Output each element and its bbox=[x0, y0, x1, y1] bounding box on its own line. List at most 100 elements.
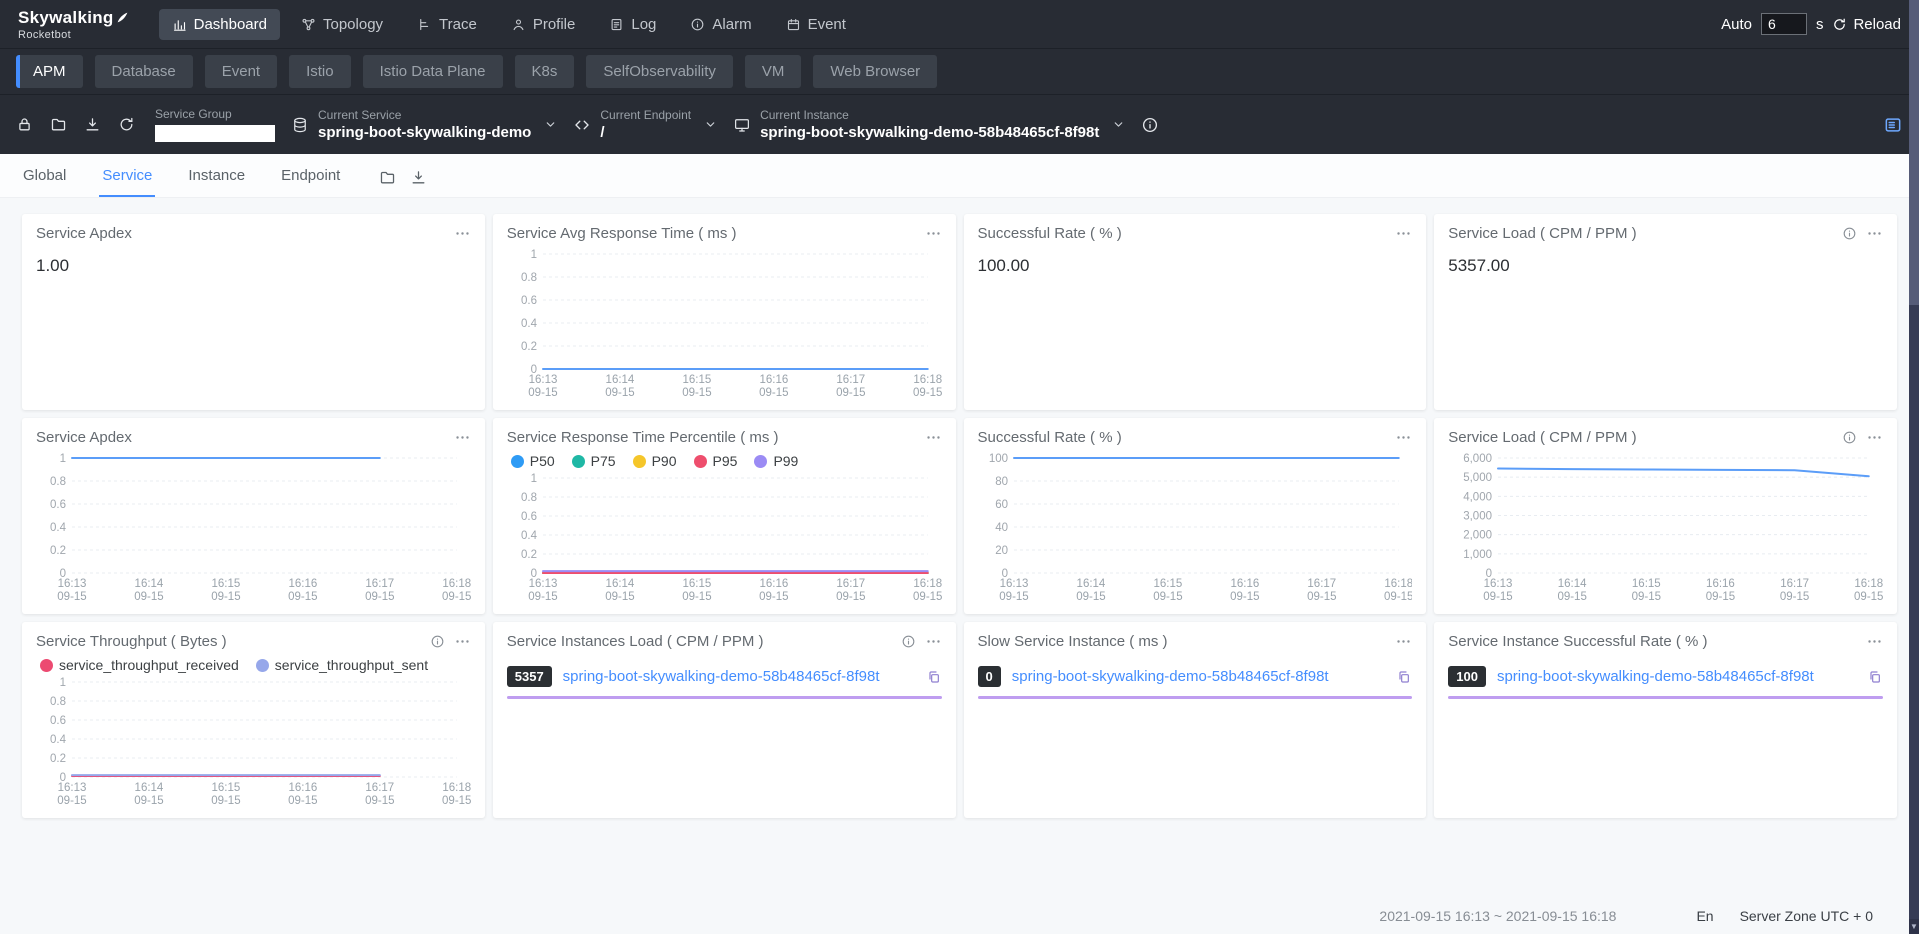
time-range[interactable]: 2021-09-15 16:13 ~ 2021-09-15 16:18 bbox=[1379, 908, 1616, 924]
tab-endpoint[interactable]: Endpoint bbox=[278, 156, 343, 197]
lock-icon[interactable] bbox=[16, 116, 33, 133]
nav-label: Profile bbox=[533, 16, 576, 33]
panel-toggle-icon[interactable] bbox=[1883, 115, 1903, 135]
legend-item-p95[interactable]: P95 bbox=[694, 453, 738, 469]
more-menu-icon[interactable] bbox=[1866, 633, 1883, 650]
copy-icon[interactable] bbox=[926, 669, 942, 685]
refresh-icon[interactable] bbox=[118, 116, 135, 133]
nav-topology[interactable]: Topology bbox=[288, 9, 396, 40]
legend-item-p90[interactable]: P90 bbox=[633, 453, 677, 469]
legend-item-p75[interactable]: P75 bbox=[572, 453, 616, 469]
auto-label: Auto bbox=[1721, 16, 1752, 33]
instance-link[interactable]: spring-boot-skywalking-demo-58b48465cf-8… bbox=[563, 668, 915, 685]
nav-log[interactable]: Log bbox=[596, 9, 669, 40]
svg-text:16:1509-15: 16:1509-15 bbox=[211, 578, 240, 603]
info-icon[interactable] bbox=[1141, 116, 1159, 134]
svg-text:16:1409-15: 16:1409-15 bbox=[605, 374, 635, 399]
auto-interval-input[interactable] bbox=[1761, 13, 1807, 35]
scrollbar-thumb[interactable] bbox=[1909, 0, 1919, 305]
svg-text:16:1809-15: 16:1809-15 bbox=[913, 374, 942, 399]
info-icon[interactable] bbox=[430, 634, 445, 649]
nav-dashboard[interactable]: Dashboard bbox=[159, 9, 280, 40]
more-menu-icon[interactable] bbox=[925, 225, 942, 242]
current-service-selector[interactable]: Current Service spring-boot-skywalking-d… bbox=[291, 108, 557, 141]
nav-alarm[interactable]: Alarm bbox=[677, 9, 764, 40]
nav-label: Topology bbox=[323, 16, 383, 33]
svg-text:80: 80 bbox=[995, 476, 1008, 488]
vertical-scrollbar[interactable]: ▼ bbox=[1909, 0, 1919, 934]
reload-icon bbox=[1832, 17, 1847, 32]
nav-event[interactable]: Event bbox=[773, 9, 859, 40]
legend-label: service_throughput_received bbox=[59, 657, 239, 673]
folder-icon[interactable] bbox=[379, 169, 396, 186]
more-menu-icon[interactable] bbox=[1395, 633, 1412, 650]
info-icon[interactable] bbox=[1842, 226, 1857, 241]
current-instance-selector[interactable]: Current Instance spring-boot-skywalking-… bbox=[733, 108, 1125, 141]
language-switch[interactable]: En bbox=[1696, 908, 1713, 924]
instance-bar bbox=[1448, 696, 1883, 699]
dashboard-tab-istio-data-plane[interactable]: Istio Data Plane bbox=[363, 55, 503, 88]
tab-instance[interactable]: Instance bbox=[185, 156, 248, 197]
service-group-input[interactable] bbox=[155, 125, 275, 142]
reload-button[interactable]: Reload bbox=[1832, 16, 1901, 33]
view-tab-bar: Global Service Instance Endpoint bbox=[0, 154, 1919, 198]
line-chart: 00.20.40.60.8116:1309-1516:1409-1516:150… bbox=[507, 246, 942, 401]
more-menu-icon[interactable] bbox=[454, 633, 471, 650]
more-menu-icon[interactable] bbox=[925, 429, 942, 446]
svg-text:16:1709-15: 16:1709-15 bbox=[365, 782, 394, 807]
dashboard-tab-web-browser[interactable]: Web Browser bbox=[813, 55, 937, 88]
more-menu-icon[interactable] bbox=[454, 225, 471, 242]
instance-bar bbox=[507, 696, 942, 699]
footer: 2021-09-15 16:13 ~ 2021-09-15 16:18 En S… bbox=[1379, 908, 1873, 924]
nav-profile[interactable]: Profile bbox=[498, 9, 589, 40]
legend-item-p50[interactable]: P50 bbox=[511, 453, 555, 469]
card-title: Successful Rate ( % ) bbox=[978, 429, 1122, 446]
card-title: Service Avg Response Time ( ms ) bbox=[507, 225, 737, 242]
copy-icon[interactable] bbox=[1396, 669, 1412, 685]
info-icon[interactable] bbox=[901, 634, 916, 649]
svg-text:16:1309-15: 16:1309-15 bbox=[528, 578, 557, 603]
more-menu-icon[interactable] bbox=[1395, 429, 1412, 446]
instance-link[interactable]: spring-boot-skywalking-demo-58b48465cf-8… bbox=[1497, 668, 1856, 685]
dashboard-tab-istio[interactable]: Istio bbox=[289, 55, 351, 88]
scroll-down-arrow-icon[interactable]: ▼ bbox=[1909, 919, 1919, 934]
tab-global[interactable]: Global bbox=[20, 156, 69, 197]
event-icon bbox=[786, 17, 801, 32]
current-instance-label: Current Instance bbox=[760, 108, 1099, 122]
dashboard-tab-apm[interactable]: APM bbox=[16, 55, 83, 88]
nav-trace[interactable]: Trace bbox=[404, 9, 490, 40]
more-menu-icon[interactable] bbox=[1866, 225, 1883, 242]
dashboard-tab-database[interactable]: Database bbox=[95, 55, 193, 88]
card-title: Service Apdex bbox=[36, 429, 132, 446]
tab-service[interactable]: Service bbox=[99, 156, 155, 197]
folder-icon[interactable] bbox=[50, 116, 67, 133]
svg-text:16:1609-15: 16:1609-15 bbox=[1230, 578, 1259, 603]
dashboard-tab-selfobservability[interactable]: SelfObservability bbox=[586, 55, 733, 88]
logo-subtitle: Rocketbot bbox=[18, 29, 129, 41]
dashboard-tab-k8s[interactable]: K8s bbox=[515, 55, 575, 88]
instance-link[interactable]: spring-boot-skywalking-demo-58b48465cf-8… bbox=[1012, 668, 1386, 685]
svg-text:0.8: 0.8 bbox=[521, 492, 537, 504]
more-menu-icon[interactable] bbox=[454, 429, 471, 446]
dashboard-tab-vm[interactable]: VM bbox=[745, 55, 802, 88]
copy-icon[interactable] bbox=[1867, 669, 1883, 685]
svg-text:1: 1 bbox=[530, 473, 536, 485]
svg-text:16:1609-15: 16:1609-15 bbox=[759, 374, 788, 399]
more-menu-icon[interactable] bbox=[1395, 225, 1412, 242]
svg-text:16:1309-15: 16:1309-15 bbox=[528, 374, 557, 399]
more-menu-icon[interactable] bbox=[925, 633, 942, 650]
dashboard-tab-bar: APM Database Event Istio Istio Data Plan… bbox=[0, 48, 1919, 94]
svg-text:6,000: 6,000 bbox=[1463, 453, 1492, 465]
export-icon[interactable] bbox=[84, 116, 101, 133]
metric-value: 100.00 bbox=[978, 256, 1413, 276]
legend-item-throughput-received[interactable]: service_throughput_received bbox=[40, 657, 239, 673]
card-service-instance-successful-rate: Service Instance Successful Rate ( % ) 1… bbox=[1434, 622, 1897, 818]
dashboard-tab-event[interactable]: Event bbox=[205, 55, 277, 88]
export-icon[interactable] bbox=[410, 169, 427, 186]
current-endpoint-selector[interactable]: Current Endpoint / bbox=[573, 108, 717, 141]
info-icon[interactable] bbox=[1842, 430, 1857, 445]
legend-item-throughput-sent[interactable]: service_throughput_sent bbox=[256, 657, 428, 673]
reload-label: Reload bbox=[1853, 16, 1901, 33]
more-menu-icon[interactable] bbox=[1866, 429, 1883, 446]
legend-item-p99[interactable]: P99 bbox=[754, 453, 798, 469]
